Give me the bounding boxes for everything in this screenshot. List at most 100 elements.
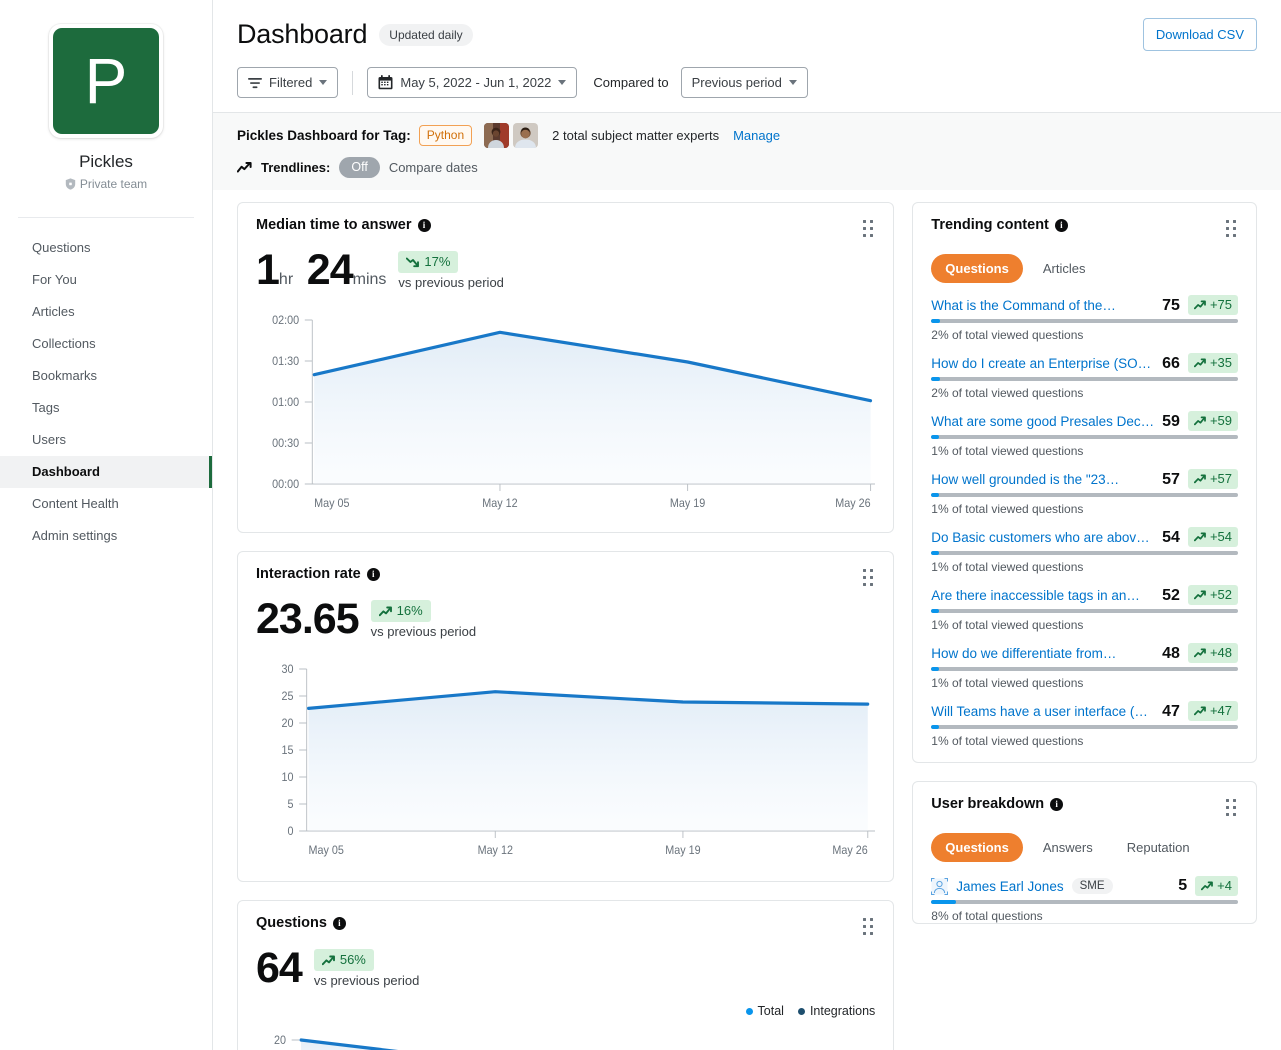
list-item: Do Basic customers who are abov… 54 +54 … (931, 527, 1238, 574)
sme-avatars (484, 123, 539, 148)
calendar-icon (378, 75, 393, 90)
svg-text:5: 5 (288, 799, 294, 811)
sidebar-item-tags[interactable]: Tags (0, 392, 212, 424)
vs-previous-label: vs previous period (398, 275, 504, 290)
avatar[interactable] (484, 123, 510, 148)
sidebar-item-questions[interactable]: Questions (0, 232, 212, 264)
tag-chip-python[interactable]: Python (418, 125, 473, 146)
shield-lock-icon (65, 178, 76, 190)
drag-handle-icon[interactable] (1224, 796, 1238, 819)
metric-value: 64 (256, 944, 303, 992)
left-column: Median time to answer i 1hr 24mins 17% v… (237, 202, 895, 1050)
chart-legend: Total Integrations (256, 1004, 875, 1018)
list-item-link[interactable]: Do Basic customers who are abov… (931, 530, 1154, 545)
user-count: 5 (1178, 877, 1188, 894)
user-breakdown-tabs: Questions Answers Reputation (931, 833, 1238, 862)
manage-link[interactable]: Manage (733, 128, 780, 143)
user-breakdown-list: James Earl Jones SME 5 +4 8% of total qu… (931, 876, 1238, 923)
list-item-delta-value: +48 (1209, 645, 1232, 660)
team-logo: P (53, 28, 159, 134)
drag-handle-icon[interactable] (861, 566, 875, 589)
list-item-delta-value: +52 (1209, 587, 1232, 602)
trend-down-icon (406, 257, 420, 267)
list-item-delta: +75 (1187, 295, 1238, 315)
svg-text:May 05: May 05 (314, 498, 349, 510)
progress-fill (931, 377, 941, 381)
sidebar-item-dashboard[interactable]: Dashboard (0, 456, 212, 488)
download-csv-button[interactable]: Download CSV (1142, 18, 1257, 51)
info-icon[interactable]: i (1054, 218, 1068, 232)
drag-handle-icon[interactable] (861, 217, 875, 240)
trendline-icon (237, 162, 252, 173)
list-item-delta-value: +54 (1209, 529, 1232, 544)
list-item-delta-value: +75 (1209, 297, 1232, 312)
filtered-button[interactable]: Filtered (237, 67, 339, 98)
list-item: Will Teams have a user interface (… 47 +… (931, 701, 1238, 748)
legend-dot-total (745, 1007, 753, 1015)
tab-user-reputation[interactable]: Reputation (1113, 833, 1204, 862)
svg-text:25: 25 (282, 691, 294, 703)
trend-up-icon (1193, 590, 1206, 600)
metric-minutes: 24 (306, 246, 354, 294)
info-icon[interactable]: i (1050, 797, 1064, 811)
sidebar-item-content-health[interactable]: Content Health (0, 488, 212, 520)
list-item-link[interactable]: Are there inaccessible tags in an… (931, 588, 1154, 603)
progress-fill (931, 667, 939, 671)
trend-up-icon (1193, 706, 1206, 716)
vs-previous-label: vs previous period (370, 624, 477, 639)
delta-column: 56% vs previous period (313, 949, 419, 992)
list-item-count: 52 (1162, 587, 1180, 604)
info-icon[interactable]: i (332, 916, 346, 930)
card-user-breakdown: User breakdown i Questions Answers Reput… (912, 781, 1257, 924)
svg-text:01:30: 01:30 (272, 356, 299, 368)
tab-user-answers[interactable]: Answers (1029, 833, 1107, 862)
progress-track (931, 493, 1238, 497)
avatar[interactable] (513, 123, 539, 148)
trending-list: What is the Command of the… 75 +75 2% of… (931, 295, 1238, 748)
chevron-down-icon (788, 80, 797, 85)
metric-hours-unit: hr (278, 271, 294, 288)
metric-value: 1hr 24mins (256, 246, 386, 294)
tab-user-questions[interactable]: Questions (931, 833, 1023, 862)
list-item-delta: +35 (1187, 353, 1238, 373)
trending-tabs: Questions Articles (931, 254, 1238, 283)
list-item-link[interactable]: How well grounded is the "23… (931, 472, 1154, 487)
list-item-link[interactable]: Will Teams have a user interface (… (931, 704, 1154, 719)
updated-badge: Updated daily (379, 23, 473, 46)
card-title: Questions i (256, 915, 346, 931)
tab-trending-articles[interactable]: Articles (1029, 254, 1100, 283)
comparison-select[interactable]: Previous period (680, 67, 808, 98)
toolbar-divider (352, 70, 354, 95)
chart-svg-median-time: 02:00 01:30 01:00 00:30 00:00 May 05 May… (272, 315, 876, 510)
drag-handle-icon[interactable] (861, 915, 875, 938)
card-title-text: Median time to answer (256, 217, 412, 233)
trendlines-label: Trendlines: (261, 160, 331, 175)
list-item-link[interactable]: What is the Command of the… (931, 298, 1154, 313)
card-interaction-rate: Interaction rate i 23.65 16% vs previous… (237, 551, 895, 882)
list-item-delta: +52 (1187, 585, 1238, 605)
info-icon[interactable]: i (417, 218, 431, 232)
sidebar-item-collections[interactable]: Collections (0, 328, 212, 360)
subheader-row-tag: Pickles Dashboard for Tag: Python 2 tota… (237, 123, 1257, 148)
sidebar-item-bookmarks[interactable]: Bookmarks (0, 360, 212, 392)
compare-dates-button[interactable]: Compare dates (389, 160, 478, 175)
list-item-link[interactable]: What are some good Presales Dec… (931, 414, 1154, 429)
trendlines-toggle[interactable]: Off (339, 157, 380, 178)
list-item: James Earl Jones SME 5 +4 8% of total qu… (931, 876, 1238, 923)
list-item-link[interactable]: How do we differentiate from… (931, 646, 1154, 661)
user-name-link[interactable]: James Earl Jones (956, 879, 1063, 894)
list-item-link[interactable]: How do I create an Enterprise (SO… (931, 356, 1154, 371)
date-range-button[interactable]: May 5, 2022 - Jun 1, 2022 (367, 67, 578, 98)
sidebar-item-admin-settings[interactable]: Admin settings (0, 520, 212, 552)
info-icon[interactable]: i (366, 567, 380, 581)
sidebar-item-for-you[interactable]: For You (0, 264, 212, 296)
drag-handle-icon[interactable] (1224, 217, 1238, 240)
sidebar-item-articles[interactable]: Articles (0, 296, 212, 328)
tab-trending-questions[interactable]: Questions (931, 254, 1023, 283)
sidebar-item-users[interactable]: Users (0, 424, 212, 456)
title-row: Dashboard Updated daily Download CSV (237, 18, 1257, 51)
svg-text:May 19: May 19 (670, 498, 705, 510)
progress-track (931, 900, 1238, 904)
card-title-text: Trending content (931, 217, 1049, 233)
list-item-subtext: 1% of total viewed questions (931, 444, 1084, 458)
